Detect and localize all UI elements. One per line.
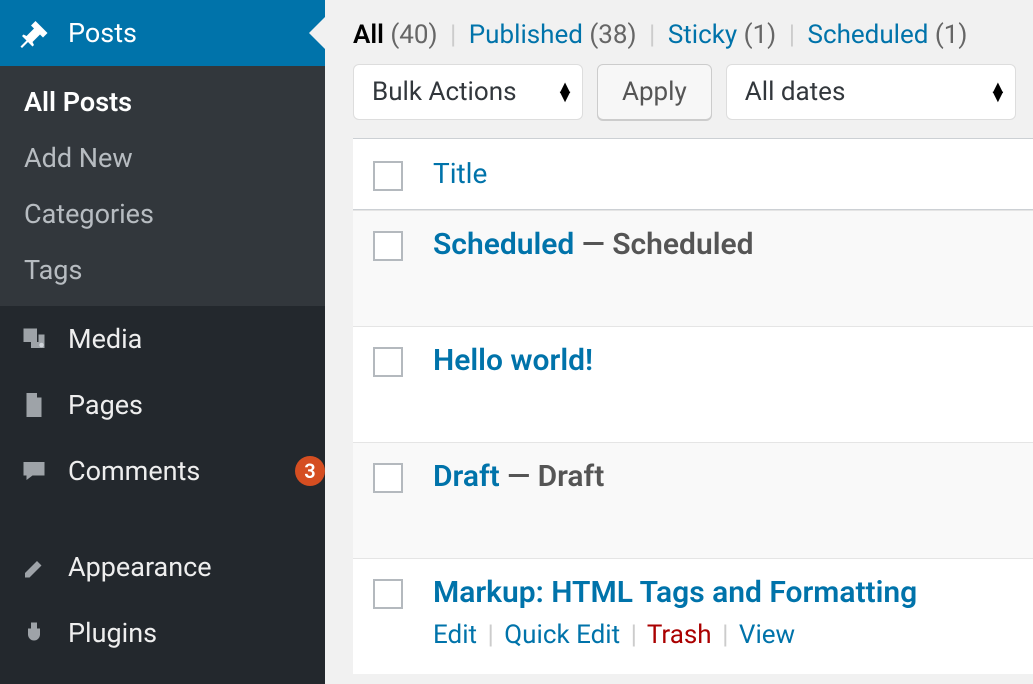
nav-posts-label: Posts (68, 17, 325, 49)
filter-sticky[interactable]: Sticky (668, 20, 737, 50)
row-checkbox[interactable] (373, 463, 403, 493)
nav-appearance-label: Appearance (68, 551, 325, 583)
table-row: Scheduled — Scheduled (353, 210, 1033, 326)
apply-button-label: Apply (622, 77, 687, 107)
nav-posts[interactable]: Posts (0, 0, 325, 66)
action-quick-edit[interactable]: Quick Edit (504, 620, 620, 650)
filter-scheduled-count: (1) (935, 20, 968, 50)
post-status-sep: — (574, 227, 612, 262)
filter-sticky-count: (1) (744, 20, 777, 50)
apply-button[interactable]: Apply (597, 64, 712, 120)
subnav-categories[interactable]: Categories (0, 186, 325, 242)
subnav-all-posts[interactable]: All Posts (0, 74, 325, 130)
bulk-actions-select[interactable]: Bulk Actions (353, 64, 583, 120)
media-icon (18, 323, 50, 355)
column-header-title[interactable]: Title (433, 157, 487, 190)
table-controls: Bulk Actions Apply All dates (325, 64, 1033, 138)
post-title-link[interactable]: Scheduled (433, 227, 574, 262)
post-title-link[interactable]: Hello world! (433, 343, 593, 378)
filter-scheduled[interactable]: Scheduled (808, 20, 929, 50)
filter-sep: | (783, 20, 801, 50)
posts-submenu: All Posts Add New Categories Tags (0, 66, 325, 306)
nav-media[interactable]: Media (0, 306, 325, 372)
subnav-tags[interactable]: Tags (0, 242, 325, 298)
stepper-icon (556, 83, 574, 101)
filter-published[interactable]: Published (469, 20, 583, 50)
date-filter-select[interactable]: All dates (726, 64, 1016, 120)
main-panel: All (40) | Published (38) | Sticky (1) |… (325, 0, 1033, 684)
pages-icon (18, 389, 50, 421)
action-sep: | (718, 620, 732, 650)
table-row: Hello world! (353, 326, 1033, 442)
action-sep: | (627, 620, 641, 650)
action-view[interactable]: View (739, 620, 795, 650)
nav-comments-label: Comments (68, 455, 285, 487)
comments-icon (18, 455, 50, 487)
table-row: Markup: HTML Tags and Formatting Edit | … (353, 558, 1033, 674)
nav-media-label: Media (68, 323, 325, 355)
row-checkbox[interactable] (373, 347, 403, 377)
post-status-filters: All (40) | Published (38) | Sticky (1) |… (325, 0, 1033, 64)
admin-sidebar: Posts All Posts Add New Categories Tags … (0, 0, 325, 684)
date-filter-value: All dates (745, 77, 846, 107)
post-title-link[interactable]: Draft (433, 459, 500, 494)
nav-plugins[interactable]: Plugins (0, 600, 325, 666)
plugins-icon (18, 617, 50, 649)
nav-plugins-label: Plugins (68, 617, 325, 649)
comments-count-badge: 3 (295, 456, 325, 486)
table-header-row: Title (353, 139, 1033, 210)
post-status: Scheduled (612, 227, 753, 262)
nav-pages[interactable]: Pages (0, 372, 325, 438)
posts-table: Title Scheduled — Scheduled Hello world!… (353, 138, 1033, 674)
subnav-add-new[interactable]: Add New (0, 130, 325, 186)
nav-comments[interactable]: Comments 3 (0, 438, 325, 504)
filter-sep: | (444, 20, 462, 50)
action-trash[interactable]: Trash (647, 620, 712, 650)
row-actions: Edit | Quick Edit | Trash | View (433, 620, 1033, 650)
spacer (0, 504, 325, 534)
table-row: Draft — Draft (353, 442, 1033, 558)
nav-appearance[interactable]: Appearance (0, 534, 325, 600)
filter-all-count: (40) (390, 20, 437, 50)
filter-all[interactable]: All (353, 20, 384, 50)
bulk-actions-value: Bulk Actions (372, 77, 517, 107)
filter-published-count: (38) (589, 20, 636, 50)
row-checkbox[interactable] (373, 231, 403, 261)
appearance-icon (18, 551, 50, 583)
post-title-link[interactable]: Markup: HTML Tags and Formatting (433, 575, 917, 610)
filter-sep: | (643, 20, 661, 50)
post-status-sep: — (500, 459, 538, 494)
pin-icon (18, 17, 50, 49)
nav-pages-label: Pages (68, 389, 325, 421)
select-all-checkbox[interactable] (373, 161, 403, 191)
action-sep: | (483, 620, 497, 650)
stepper-icon (989, 83, 1007, 101)
post-status: Draft (538, 459, 605, 494)
action-edit[interactable]: Edit (433, 620, 477, 650)
row-checkbox[interactable] (373, 579, 403, 609)
